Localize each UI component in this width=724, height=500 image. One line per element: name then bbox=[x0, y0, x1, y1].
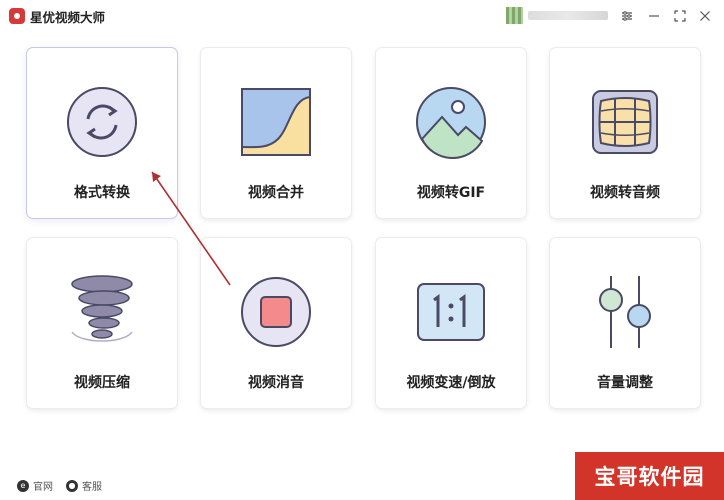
tool-card-video-to-gif[interactable]: 视频转GIF bbox=[376, 48, 526, 218]
close-button[interactable] bbox=[694, 6, 716, 26]
globe-icon: e bbox=[17, 479, 29, 492]
website-link[interactable]: e 官网 bbox=[17, 478, 53, 493]
title-bar: 星优视频大师 bbox=[0, 0, 724, 32]
tool-label: 视频合并 bbox=[248, 185, 304, 201]
support-label: 客服 bbox=[82, 482, 102, 493]
settings-button[interactable] bbox=[616, 6, 638, 26]
mute-square-icon bbox=[236, 272, 316, 352]
maximize-icon bbox=[674, 10, 686, 22]
minimize-button[interactable] bbox=[643, 6, 665, 26]
convert-refresh-icon bbox=[62, 82, 142, 162]
close-icon bbox=[700, 11, 710, 21]
tool-card-video-to-audio[interactable]: 视频转音频 bbox=[550, 48, 700, 218]
tool-label: 音量调整 bbox=[597, 375, 653, 391]
user-avatar[interactable] bbox=[506, 7, 523, 24]
ratio-speed-icon bbox=[411, 272, 491, 352]
watermark-text: 宝哥软件园 bbox=[594, 465, 705, 489]
tool-label: 视频转音频 bbox=[590, 185, 660, 201]
tool-label: 格式转换 bbox=[74, 185, 130, 201]
settings-icon bbox=[622, 11, 632, 21]
minimize-icon bbox=[649, 15, 659, 17]
app-logo-icon bbox=[9, 8, 25, 24]
merge-curve-icon bbox=[236, 82, 316, 162]
tool-card-volume-adjust[interactable]: 音量调整 bbox=[550, 238, 700, 408]
audio-film-icon bbox=[585, 82, 665, 162]
user-name-blurred[interactable] bbox=[528, 11, 608, 20]
website-label: 官网 bbox=[33, 482, 53, 493]
tool-card-video-mute[interactable]: 视频消音 bbox=[201, 238, 351, 408]
chat-icon: ● bbox=[66, 479, 78, 492]
tool-card-video-speed-reverse[interactable]: 视频变速/倒放 bbox=[376, 238, 526, 408]
tool-label: 视频消音 bbox=[248, 375, 304, 391]
tornado-compress-icon bbox=[62, 272, 142, 352]
image-gif-icon bbox=[411, 82, 491, 162]
tool-card-video-merge[interactable]: 视频合并 bbox=[201, 48, 351, 218]
maximize-button[interactable] bbox=[669, 6, 691, 26]
tool-card-format-convert[interactable]: 格式转换 bbox=[27, 48, 177, 218]
watermark-logo: 宝哥软件园 bbox=[575, 452, 724, 500]
tool-label: 视频变速/倒放 bbox=[406, 375, 496, 391]
tool-label: 视频转GIF bbox=[416, 185, 486, 201]
tool-card-video-compress[interactable]: 视频压缩 bbox=[27, 238, 177, 408]
app-title: 星优视频大师 bbox=[30, 10, 106, 25]
slider-volume-icon bbox=[585, 272, 665, 352]
support-link[interactable]: ● 客服 bbox=[66, 478, 102, 493]
tool-label: 视频压缩 bbox=[74, 375, 130, 391]
